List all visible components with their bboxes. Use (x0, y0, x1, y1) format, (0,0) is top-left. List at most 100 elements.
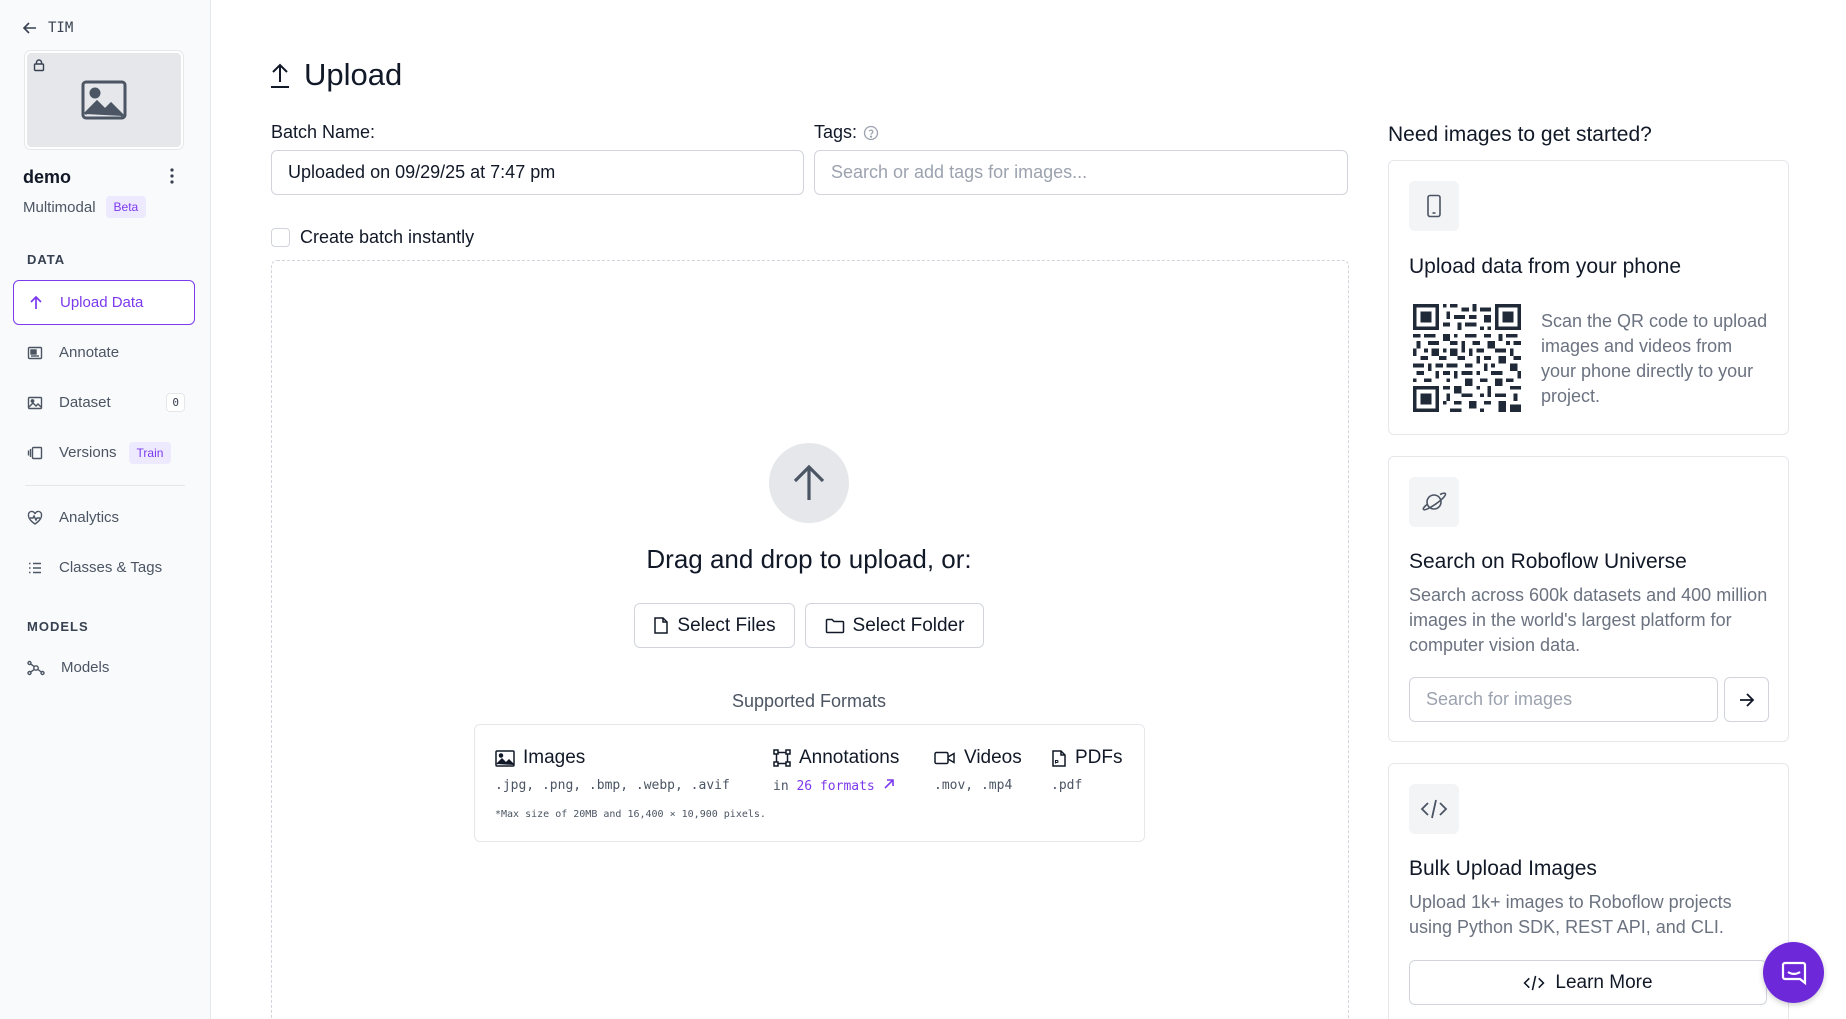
models-section-label: MODELS (27, 619, 89, 634)
tags-label: Tags: (814, 122, 879, 143)
pdfs-label: PDFs (1075, 747, 1123, 768)
back-link[interactable]: TIM (22, 20, 73, 36)
format-pdfs: PDFs .pdf (1051, 747, 1123, 793)
project-type-label: Multimodal (23, 198, 96, 216)
batch-name-input[interactable] (271, 150, 804, 195)
videos-ext: .mov, .mp4 (934, 778, 1013, 793)
code-icon (1523, 975, 1545, 990)
code-icon (1420, 799, 1448, 819)
project-thumbnail[interactable] (25, 51, 183, 149)
help-icon[interactable] (863, 125, 879, 141)
tags-label-text: Tags: (814, 122, 858, 142)
sidebar-item-label: Classes & Tags (59, 559, 163, 576)
analytics-icon (27, 510, 43, 525)
external-link-icon[interactable] (883, 778, 895, 790)
planet-icon-box (1409, 477, 1459, 527)
annotations-prefix: in (773, 779, 789, 794)
bounding-box-icon (773, 749, 791, 767)
upload-icon (271, 63, 289, 88)
sidebar-item-dataset[interactable]: Dataset 0 (13, 380, 195, 425)
dataset-icon (27, 396, 43, 409)
pdfs-ext: .pdf (1051, 778, 1083, 793)
planet-icon (1422, 492, 1447, 511)
format-annotations: Annotations in 26 formats (773, 747, 899, 794)
list-icon (29, 562, 41, 573)
sidebar-item-models[interactable]: Models (13, 645, 195, 690)
bulk-card-title: Bulk Upload Images (1409, 857, 1597, 880)
arrow-up-icon (793, 464, 825, 500)
images-label: Images (523, 747, 586, 768)
chat-support-button[interactable] (1763, 942, 1824, 1003)
sidebar-item-versions[interactable]: Versions Train (13, 430, 195, 475)
select-folder-button[interactable]: Select Folder (805, 603, 984, 648)
select-folder-label: Select Folder (852, 614, 965, 636)
learn-more-label: Learn More (1555, 971, 1653, 993)
supported-formats-box: Images .jpg, .png, .bmp, .webp, .avif An… (474, 724, 1145, 842)
annotate-icon (27, 346, 43, 359)
project-type: Multimodal Beta (23, 196, 147, 218)
select-files-label: Select Files (677, 614, 776, 636)
upload-icon (30, 295, 42, 309)
select-files-button[interactable]: Select Files (634, 603, 795, 648)
learn-more-button[interactable]: Learn More (1409, 960, 1767, 1005)
arrow-right-icon (1739, 692, 1754, 707)
sidebar-item-upload-data[interactable]: Upload Data (13, 280, 195, 325)
dropzone-title: Drag and drop to upload, or: (646, 544, 972, 574)
versions-icon (27, 446, 43, 459)
sidebar-item-label: Versions (59, 444, 117, 461)
arrow-left-icon (22, 22, 36, 34)
tags-search-input[interactable] (814, 150, 1348, 195)
video-icon (934, 751, 955, 765)
create-batch-row[interactable]: Create batch instantly (271, 227, 474, 248)
bulk-card-text: Upload 1k+ images to Roboflow projects u… (1409, 892, 1732, 937)
images-ext: .jpg, .png, .bmp, .webp, .avif (495, 778, 730, 793)
sidebar-item-analytics[interactable]: Analytics (13, 495, 195, 540)
folder-icon (825, 618, 844, 634)
beta-badge: Beta (105, 196, 147, 218)
create-batch-label: Create batch instantly (300, 227, 475, 247)
sidebar-item-label: Annotate (59, 344, 120, 361)
bulk-upload-card: Bulk Upload Images Upload 1k+ images to … (1388, 763, 1789, 1019)
phone-icon-box (1409, 181, 1459, 231)
qr-code-icon (1413, 304, 1521, 412)
data-section-label: DATA (27, 252, 66, 267)
annotation-formats-link[interactable]: 26 formats (796, 779, 874, 794)
sidebar-divider (25, 485, 185, 486)
train-badge: Train (128, 441, 172, 464)
sidebar-item-classes-tags[interactable]: Classes & Tags (13, 545, 195, 590)
universe-search-input[interactable] (1409, 677, 1718, 722)
dataset-count-badge: 0 (166, 393, 185, 412)
videos-label: Videos (964, 747, 1022, 768)
annotations-ext: in 26 formats (773, 778, 899, 794)
chat-icon (1781, 961, 1806, 985)
supported-formats-label: Supported Formats (731, 691, 887, 711)
phone-card-text: Scan the QR code to upload images and vi… (1541, 311, 1768, 406)
sidebar-item-label: Upload Data (60, 294, 144, 311)
pdf-icon (1052, 749, 1066, 767)
models-icon (27, 660, 45, 675)
code-icon-box (1409, 784, 1459, 834)
page-title-text: Upload (304, 57, 403, 92)
universe-card-title: Search on Roboflow Universe (1409, 550, 1687, 573)
batch-name-label: Batch Name: (271, 122, 375, 143)
create-batch-checkbox[interactable] (271, 228, 290, 247)
page-title: Upload (268, 57, 402, 93)
max-size-note: *Max size of 20MB and 16,400 × 10,900 pi… (495, 809, 766, 820)
image-icon (495, 749, 515, 767)
right-panel-title: Need images to get started? (1388, 123, 1652, 146)
annotations-label: Annotations (799, 747, 900, 768)
phone-card-title: Upload data from your phone (1409, 255, 1682, 278)
universe-search-button[interactable] (1724, 677, 1769, 722)
phone-upload-card: Upload data from your phone Scan the QR … (1388, 160, 1789, 435)
sidebar: TIM demo Multimodal Beta DATA Upload Dat… (0, 0, 211, 1019)
universe-card: Search on Roboflow Universe Search acros… (1388, 456, 1789, 742)
universe-card-text: Search across 600k datasets and 400 mill… (1409, 585, 1768, 655)
image-placeholder-icon (81, 80, 127, 120)
lock-icon (33, 59, 45, 72)
batch-name-label-text: Batch Name: (271, 122, 376, 142)
sidebar-item-label: Models (61, 659, 110, 676)
sidebar-item-annotate[interactable]: Annotate (13, 330, 195, 375)
upload-circle (769, 443, 849, 523)
more-options-icon[interactable] (165, 167, 179, 190)
sidebar-item-label: Analytics (59, 509, 120, 526)
